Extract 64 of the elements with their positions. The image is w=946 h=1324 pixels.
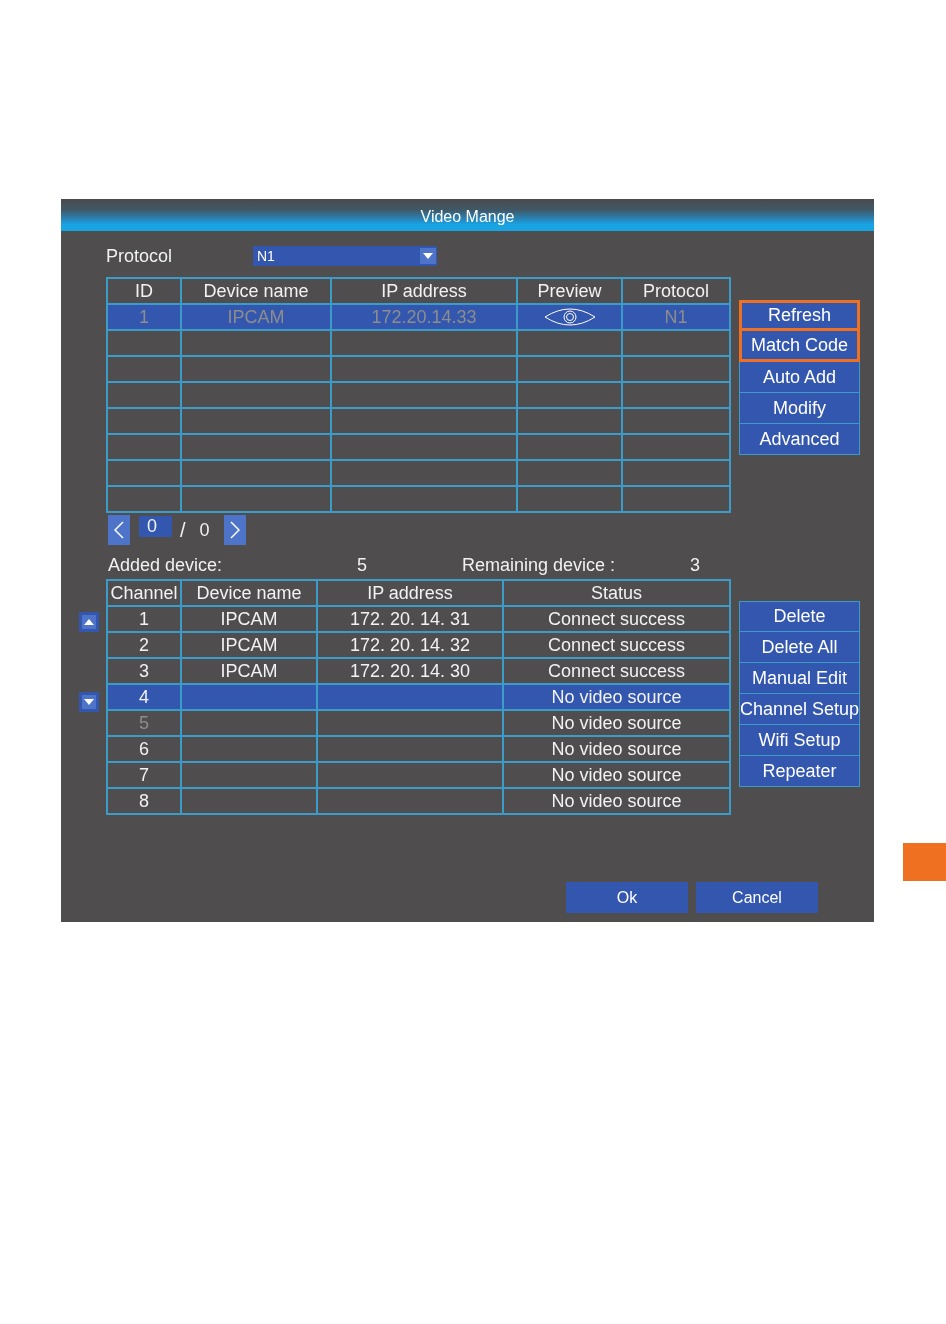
table-row[interactable]: 1 IPCAM 172. 20. 14. 31 Connect success — [108, 607, 731, 633]
table-cell: 7 — [108, 763, 182, 789]
table-cell: No video source — [504, 763, 731, 789]
action-button[interactable]: Repeater — [739, 756, 860, 787]
caret-down-icon — [82, 695, 96, 709]
action-button[interactable]: Advanced — [739, 424, 860, 455]
table-cell: 172.20.14.33 — [332, 305, 518, 331]
action-button[interactable]: Modify — [739, 393, 860, 424]
table-cell: Connect success — [504, 607, 731, 633]
table-cell: 1 — [108, 607, 182, 633]
table-cell: IPCAM — [182, 607, 318, 633]
next-page-button[interactable] — [223, 515, 246, 545]
column-header: Device name — [182, 581, 318, 607]
table-cell: 172. 20. 14. 31 — [318, 607, 504, 633]
dialog-button[interactable]: Cancel — [696, 882, 818, 913]
table-cell: 5 — [108, 711, 182, 737]
table-cell: No video source — [504, 711, 731, 737]
table-cell: 6 — [108, 737, 182, 763]
table-cell: No video source — [504, 737, 731, 763]
dialog-button[interactable]: Ok — [566, 882, 688, 913]
table-cell: 4 — [108, 685, 182, 711]
action-button[interactable]: Channel Setup — [739, 694, 860, 725]
scroll-down-button[interactable] — [79, 692, 99, 712]
page-total: 0 — [199, 519, 210, 541]
caret-down-icon — [420, 248, 436, 264]
caret-up-icon — [82, 615, 96, 629]
remaining-device-label: Remaining device : — [462, 554, 617, 576]
table-cell: No video source — [504, 685, 731, 711]
action-button[interactable]: Manual Edit — [739, 663, 860, 694]
previous-page-button[interactable] — [108, 515, 130, 545]
table-cell: 172. 20. 14. 32 — [318, 633, 504, 659]
window-title: Video Mange — [420, 207, 515, 226]
added-device-label: Added device: — [108, 554, 224, 576]
page-number-field[interactable]: 0 — [139, 516, 172, 537]
action-button[interactable]: Wifi Setup — [739, 725, 860, 756]
table-cell: 1 — [108, 305, 182, 331]
table-cell: IPCAM — [182, 305, 332, 331]
table-cell: 2 — [108, 633, 182, 659]
table-row[interactable]: 8 No video source — [108, 789, 731, 815]
action-button[interactable]: Delete — [739, 601, 860, 632]
scroll-up-button[interactable] — [79, 612, 99, 632]
table-cell: N1 — [623, 305, 731, 331]
remaining-device-count: 3 — [690, 554, 700, 576]
table-row[interactable]: 2 IPCAM 172. 20. 14. 32 Connect success — [108, 633, 731, 659]
edge-tab-marker — [903, 843, 946, 881]
table-cell: IPCAM — [182, 633, 318, 659]
table-row[interactable]: 7 No video source — [108, 763, 731, 789]
action-button[interactable]: Match Code — [739, 328, 860, 362]
table-cell: No video source — [504, 789, 731, 815]
action-button[interactable]: Delete All — [739, 632, 860, 663]
chevron-left-icon — [114, 521, 124, 539]
table-row[interactable]: 6 No video source — [108, 737, 731, 763]
column-header: IP address — [318, 581, 504, 607]
protocol-label: Protocol — [106, 245, 174, 267]
action-button[interactable]: Auto Add — [739, 362, 860, 393]
column-header: Channel — [108, 581, 182, 607]
page-separator: / — [180, 518, 186, 542]
table-row[interactable]: 4 No video source — [108, 685, 731, 711]
protocol-dropdown[interactable]: N1 — [253, 246, 437, 266]
column-header: Status — [504, 581, 731, 607]
chevron-right-icon — [229, 521, 240, 539]
table-cell: Connect success — [504, 633, 731, 659]
added-device-count: 5 — [357, 554, 368, 576]
table-cell: 8 — [108, 789, 182, 815]
